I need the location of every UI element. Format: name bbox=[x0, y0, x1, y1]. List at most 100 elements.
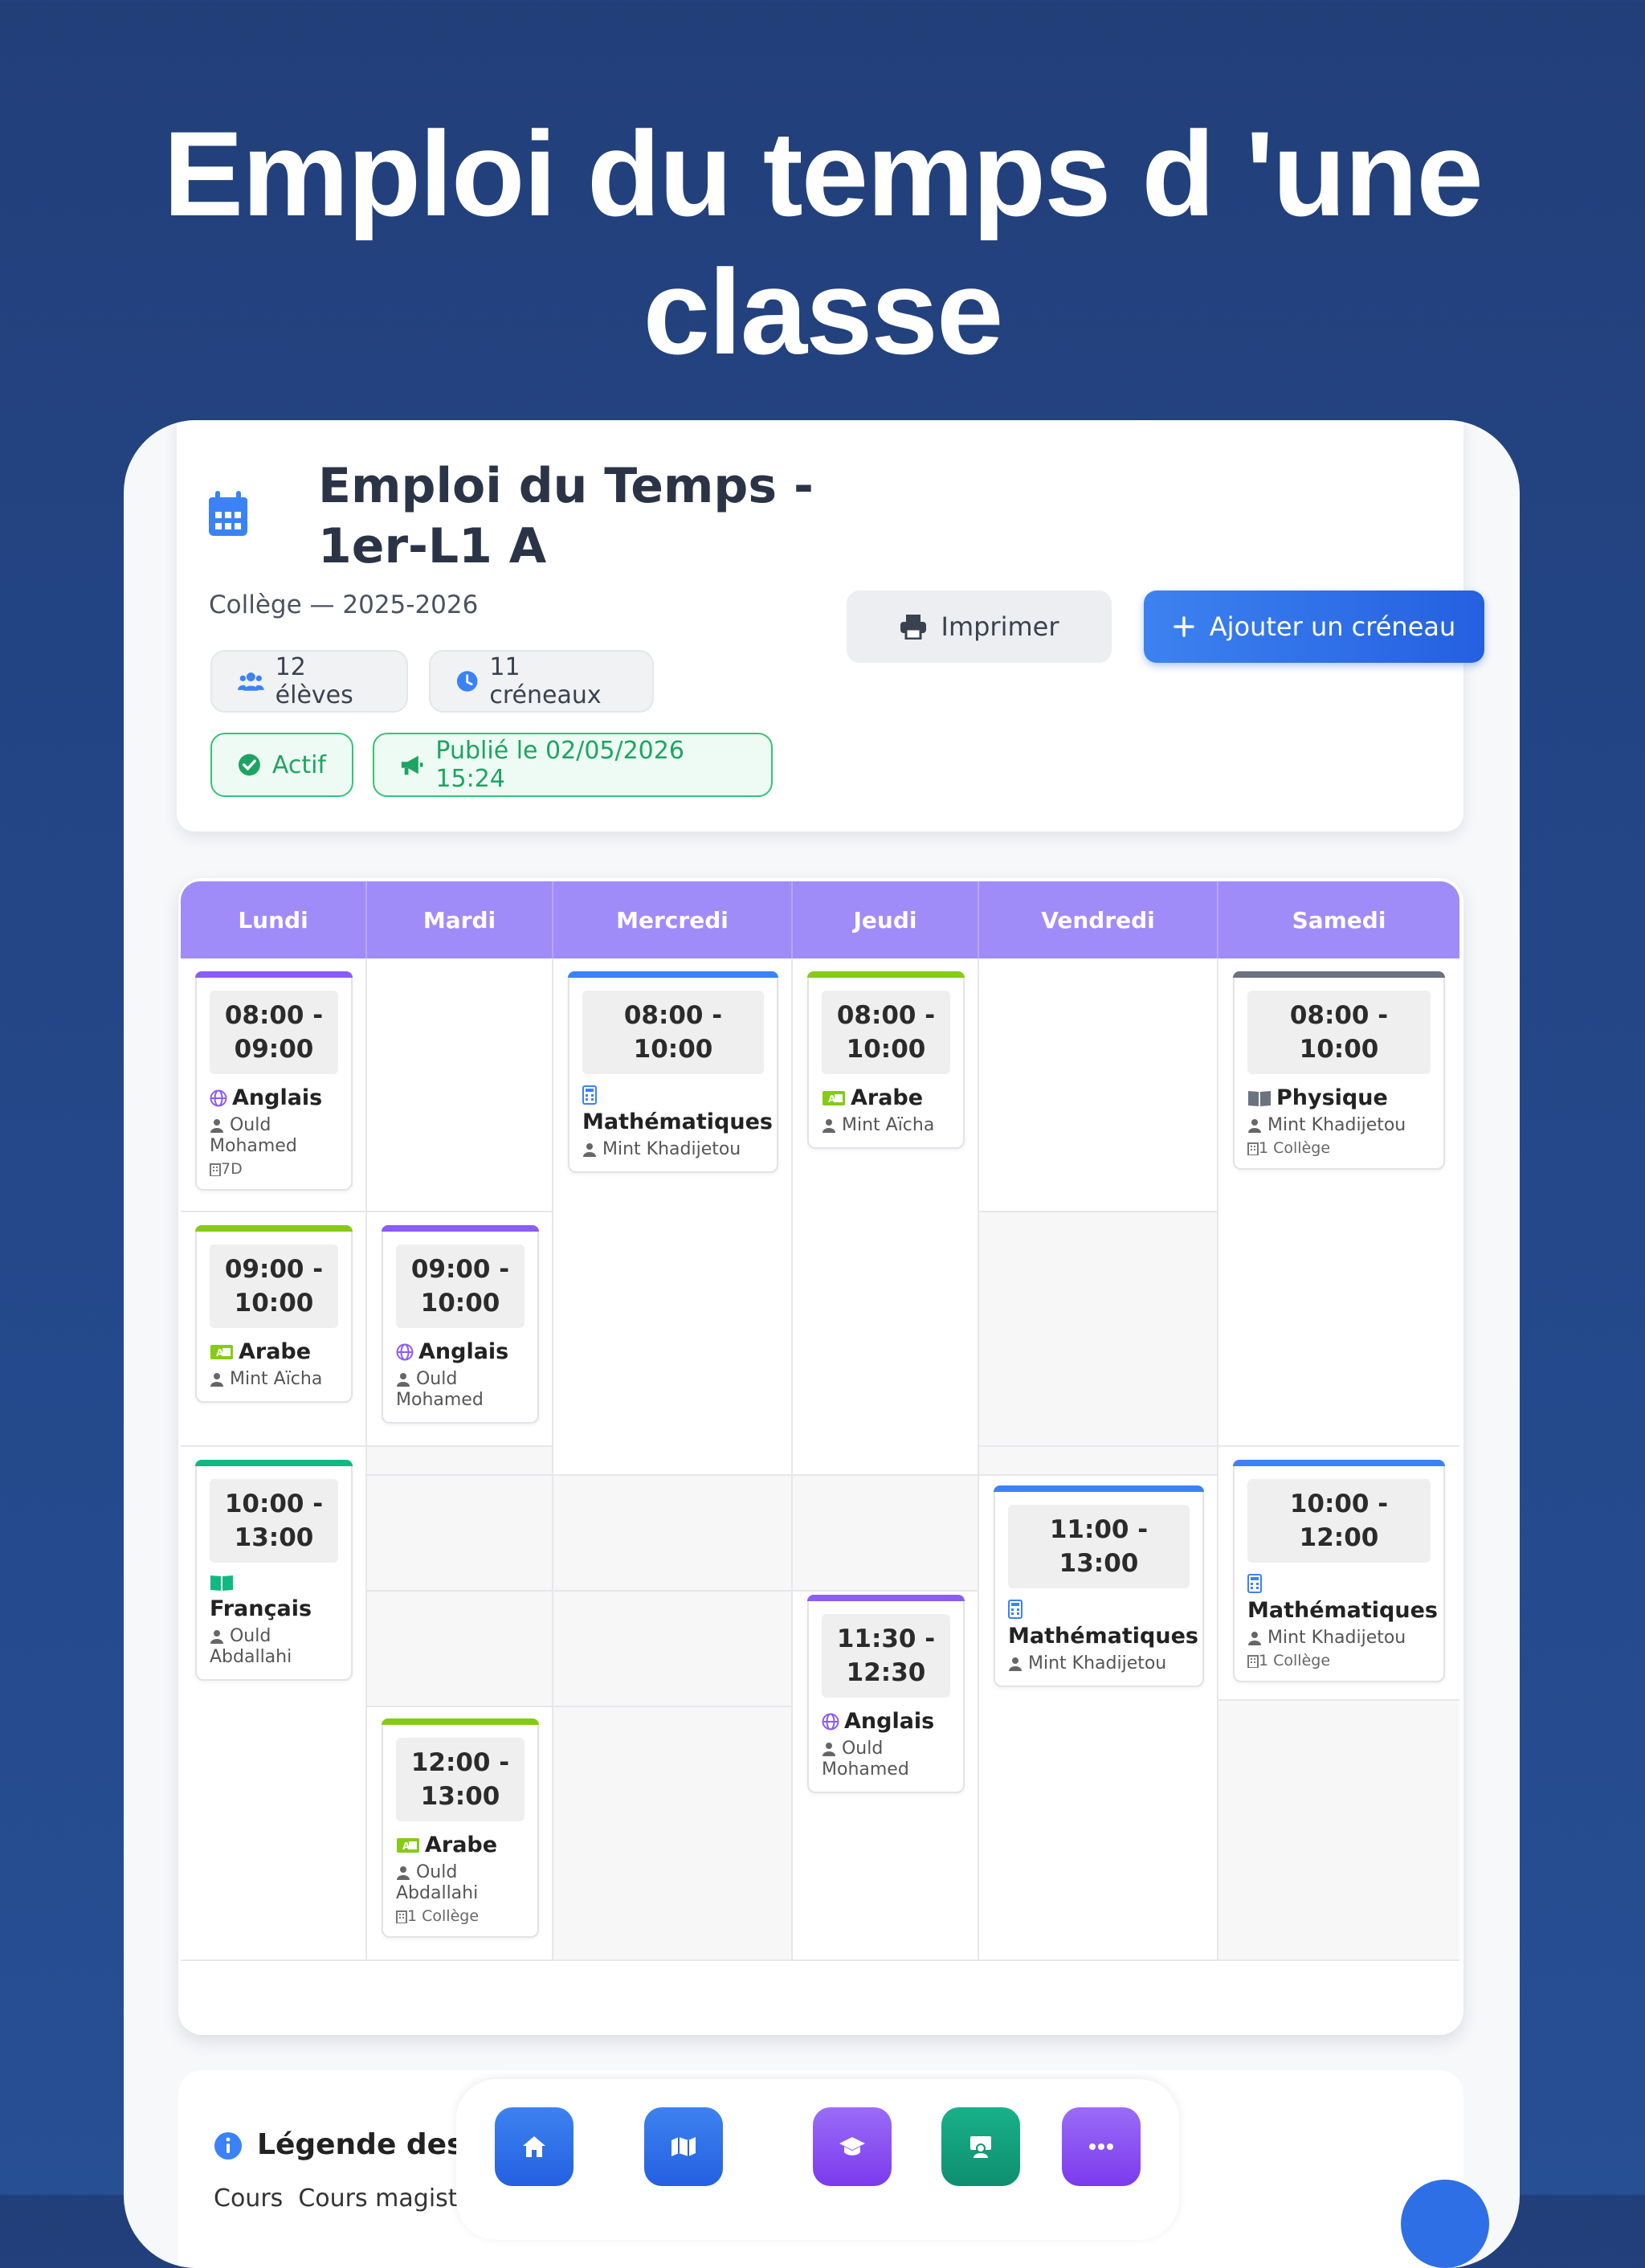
slot-color-bar bbox=[195, 1225, 353, 1232]
teacher-icon bbox=[1248, 1119, 1261, 1133]
floating-action-button[interactable] bbox=[1401, 2180, 1489, 2268]
slot-teacher-text: Mint Khadijetou bbox=[597, 1139, 741, 1159]
timetable-slot[interactable]: 10:00 - 12:00 Mathématiques Mint Khadijet… bbox=[1233, 1460, 1445, 1682]
add-slot-button[interactable]: Ajouter un créneau bbox=[1144, 590, 1484, 663]
grid-cell bbox=[367, 1592, 553, 1707]
school-map-button[interactable] bbox=[644, 2107, 723, 2186]
teacher-icon bbox=[1009, 1657, 1022, 1671]
timetable-slot[interactable]: 10:00 - 13:00 Français Ould Abdallahi bbox=[195, 1460, 353, 1681]
slot-subject: A Arabe bbox=[396, 1833, 526, 1857]
building-icon bbox=[1247, 1654, 1259, 1668]
globe-icon bbox=[822, 1713, 839, 1730]
grid-cell bbox=[979, 1212, 1218, 1447]
students-button[interactable] bbox=[813, 2107, 892, 2186]
timetable-slot[interactable]: 12:00 - 13:00 A Arabe Ould Abdallahi 1 Coll… bbox=[382, 1718, 539, 1938]
day-header-vendredi: Vendredi bbox=[979, 881, 1218, 958]
slot-color-bar bbox=[1233, 971, 1445, 978]
grid-cell bbox=[553, 1592, 793, 1707]
slot-color-bar bbox=[195, 1460, 353, 1466]
slot-time: 12:00 - 13:00 bbox=[396, 1738, 525, 1821]
slot-subject-text: Physique bbox=[1276, 1085, 1388, 1110]
clock-icon bbox=[456, 671, 478, 692]
calendar-icon bbox=[209, 491, 247, 536]
published-badge-text: Publié le 02/05/2026 15:24 bbox=[435, 737, 684, 793]
slot-padding bbox=[569, 1160, 777, 1171]
print-button[interactable]: Imprimer bbox=[847, 590, 1112, 663]
timetable-slot[interactable]: 09:00 - 10:00 A Arabe Mint Aïcha bbox=[195, 1225, 353, 1403]
slot-subject: Mathématiques bbox=[582, 1085, 773, 1134]
timetable-slot[interactable]: 08:00 - 10:00 Physique Mint Khadijetou 1 C… bbox=[1233, 971, 1445, 1170]
globe-icon bbox=[396, 1343, 414, 1360]
slot-room-text: 1 Collège bbox=[1259, 1139, 1331, 1157]
timetable-card: Lundi Mardi Mercredi Jeudi Vendredi Same… bbox=[178, 878, 1463, 2035]
slot-subject-text: Arabe bbox=[425, 1833, 498, 1857]
slot-subject: A Arabe bbox=[210, 1339, 340, 1364]
teacher-icon bbox=[210, 1630, 223, 1644]
slot-padding bbox=[197, 1390, 351, 1401]
day-header-mercredi: Mercredi bbox=[553, 881, 793, 958]
slot-room: 1 Collège bbox=[396, 1907, 526, 1925]
slot-teacher-text: Mint Aïcha bbox=[224, 1369, 323, 1389]
slot-padding bbox=[383, 1925, 537, 1936]
check-circle-icon bbox=[238, 754, 260, 776]
timetable-header-card: Emploi du Temps - 1er-L1 A Collège — 202… bbox=[177, 420, 1484, 832]
hero-title: Emploi du temps d 'une classe bbox=[163, 106, 1484, 379]
teacher-icon bbox=[210, 1373, 223, 1387]
slot-room: 1 Collège bbox=[1247, 1139, 1432, 1157]
slot-subject-text: Arabe bbox=[239, 1339, 312, 1364]
slot-teacher: Mint Khadijetou bbox=[1247, 1115, 1432, 1136]
slot-teacher: Mint Khadijetou bbox=[1008, 1653, 1191, 1674]
slot-time: 08:00 - 10:00 bbox=[1247, 991, 1431, 1074]
teacher-icon bbox=[970, 2136, 991, 2158]
slot-room-text: 1 Collège bbox=[407, 1907, 480, 1925]
teacher-icon bbox=[397, 1866, 410, 1880]
slot-subject: Anglais bbox=[396, 1339, 526, 1364]
more-button[interactable] bbox=[1062, 2107, 1141, 2186]
timetable-slot[interactable]: 08:00 - 10:00 Mathématiques Mint Khadijet… bbox=[568, 971, 778, 1173]
book-icon bbox=[1248, 1090, 1271, 1106]
slot-padding bbox=[995, 1674, 1202, 1686]
slot-color-bar bbox=[994, 1485, 1204, 1492]
slot-room: 1 Collège bbox=[1247, 1652, 1432, 1669]
home-icon bbox=[523, 2136, 545, 2157]
slot-time: 08:00 - 09:00 bbox=[210, 991, 338, 1074]
slot-subject: Mathématiques bbox=[1008, 1600, 1198, 1649]
teacher-icon bbox=[583, 1143, 596, 1157]
slot-time: 10:00 - 12:00 bbox=[1247, 1479, 1431, 1563]
slot-room-text: 1 Collège bbox=[1259, 1652, 1331, 1669]
timetable-slot[interactable]: 08:00 - 09:00 Anglais Ould Mohamed 7D bbox=[195, 971, 353, 1191]
grid-cell bbox=[367, 1447, 553, 1476]
timetable-slot[interactable]: 11:30 - 12:30 Anglais Ould Mohamed bbox=[807, 1595, 965, 1793]
plus-icon bbox=[1173, 616, 1194, 637]
slot-teacher: Ould Mohamed bbox=[210, 1115, 340, 1157]
slot-padding bbox=[1235, 1157, 1443, 1168]
day-header-lundi: Lundi bbox=[181, 881, 367, 958]
slot-subject: Physique bbox=[1247, 1085, 1432, 1110]
tablet-frame: Emploi du Temps - 1er-L1 A Collège — 202… bbox=[124, 420, 1520, 2268]
timetable-slot[interactable]: 09:00 - 10:00 Anglais Ould Mohamed bbox=[382, 1225, 539, 1424]
slot-subject-text: Arabe bbox=[851, 1085, 924, 1110]
timetable-slot[interactable]: 08:00 - 10:00 A Arabe Mint Aïcha bbox=[807, 971, 965, 1149]
page-title: Emploi du Temps - 1er-L1 A bbox=[318, 458, 814, 574]
timetable-grid: Lundi Mardi Mercredi Jeudi Vendredi Same… bbox=[181, 881, 1459, 1963]
timetable-slot[interactable]: 11:00 - 13:00 Mathématiques Mint Khadijet… bbox=[994, 1485, 1204, 1687]
book-icon bbox=[210, 1575, 233, 1591]
legend-label-cours: Cours bbox=[214, 2184, 284, 2213]
slot-subject: A Arabe bbox=[822, 1085, 952, 1110]
grid-cell bbox=[367, 1476, 553, 1592]
home-button[interactable] bbox=[495, 2107, 574, 2186]
calculator-icon bbox=[582, 1085, 597, 1105]
legend-row: Cours Cours magist bbox=[214, 2184, 458, 2213]
graduation-cap-icon bbox=[839, 2137, 865, 2156]
slot-teacher-text: Mint Khadijetou bbox=[1262, 1628, 1406, 1648]
language-icon: A bbox=[822, 1090, 845, 1105]
slot-subject: Anglais bbox=[210, 1085, 340, 1110]
slot-teacher: Mint Aïcha bbox=[822, 1115, 952, 1136]
slot-padding bbox=[1235, 1669, 1443, 1681]
slot-padding bbox=[383, 1411, 537, 1422]
teachers-button[interactable] bbox=[941, 2107, 1020, 2186]
slot-time: 09:00 - 10:00 bbox=[210, 1244, 338, 1328]
slot-subject-text: Français bbox=[210, 1596, 312, 1621]
slot-padding bbox=[809, 1136, 963, 1147]
slot-color-bar bbox=[807, 1595, 965, 1601]
